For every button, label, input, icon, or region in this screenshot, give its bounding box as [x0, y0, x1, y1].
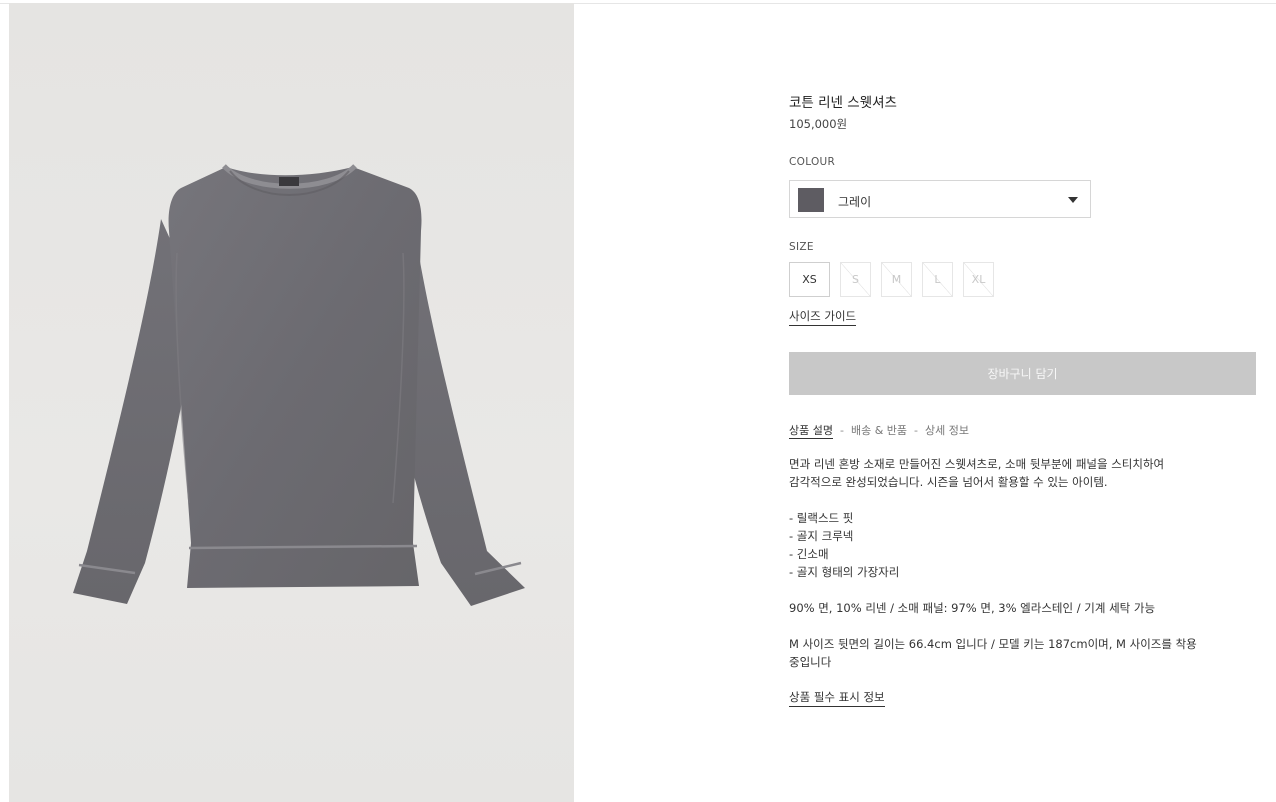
product-notice-link[interactable]: 상품 필수 표시 정보: [789, 689, 885, 707]
chevron-down-icon: [1068, 197, 1078, 203]
colour-selected-value: 그레이: [838, 195, 872, 209]
feature-item: - 긴소매: [789, 547, 829, 561]
product-title: 코튼 리넨 스웻셔츠: [789, 95, 897, 111]
sweater-illustration: [73, 164, 525, 606]
colour-dropdown[interactable]: 그레이: [789, 180, 1091, 218]
size-option-m[interactable]: M: [881, 262, 912, 297]
product-image[interactable]: [9, 3, 574, 802]
model-info-line: M 사이즈 뒷면의 길이는 66.4cm 입니다 / 모델 키는 187cm이며…: [789, 637, 1197, 651]
size-option-s[interactable]: S: [840, 262, 871, 297]
tab-separator: -: [914, 424, 919, 437]
description-intro-line: 면과 리넨 혼방 소재로 만들어진 스웻셔츠로, 소매 뒷부분에 패널을 스티치…: [789, 457, 1165, 471]
description-intro-line: 감각적으로 완성되었습니다. 시즌을 넘어서 활용할 수 있는 아이템.: [789, 475, 1108, 489]
tab-details[interactable]: 상세 정보: [925, 424, 969, 437]
feature-item: - 릴랙스드 핏: [789, 511, 854, 525]
add-to-cart-button[interactable]: 장바구니 담기: [789, 352, 1256, 395]
tab-shipping-returns[interactable]: 배송 & 반품: [851, 424, 907, 437]
tab-separator: -: [839, 424, 844, 437]
size-option-xl[interactable]: XL: [963, 262, 994, 297]
size-guide-link[interactable]: 사이즈 가이드: [789, 308, 857, 326]
colour-label: COLOUR: [789, 156, 836, 168]
info-tabs: 상품 설명 - 배송 & 반품 - 상세 정보: [789, 422, 969, 439]
size-option-l[interactable]: L: [922, 262, 953, 297]
composition-text: 90% 면, 10% 리넨 / 소매 패널: 97% 면, 3% 엘라스테인 /…: [789, 601, 1156, 615]
size-label: SIZE: [789, 241, 814, 253]
feature-item: - 골지 형태의 가장자리: [789, 565, 900, 579]
product-description: 면과 리넨 혼방 소재로 만들어진 스웻셔츠로, 소매 뒷부분에 패널을 스티치…: [789, 455, 1259, 671]
size-option-xs[interactable]: XS: [789, 262, 830, 297]
size-options: XS S M L XL: [789, 262, 994, 297]
tab-description[interactable]: 상품 설명: [789, 424, 833, 439]
model-info-line: 중입니다: [789, 655, 832, 669]
product-price: 105,000원: [789, 117, 848, 131]
colour-swatch: [798, 188, 824, 212]
feature-item: - 골지 크루넥: [789, 529, 854, 543]
